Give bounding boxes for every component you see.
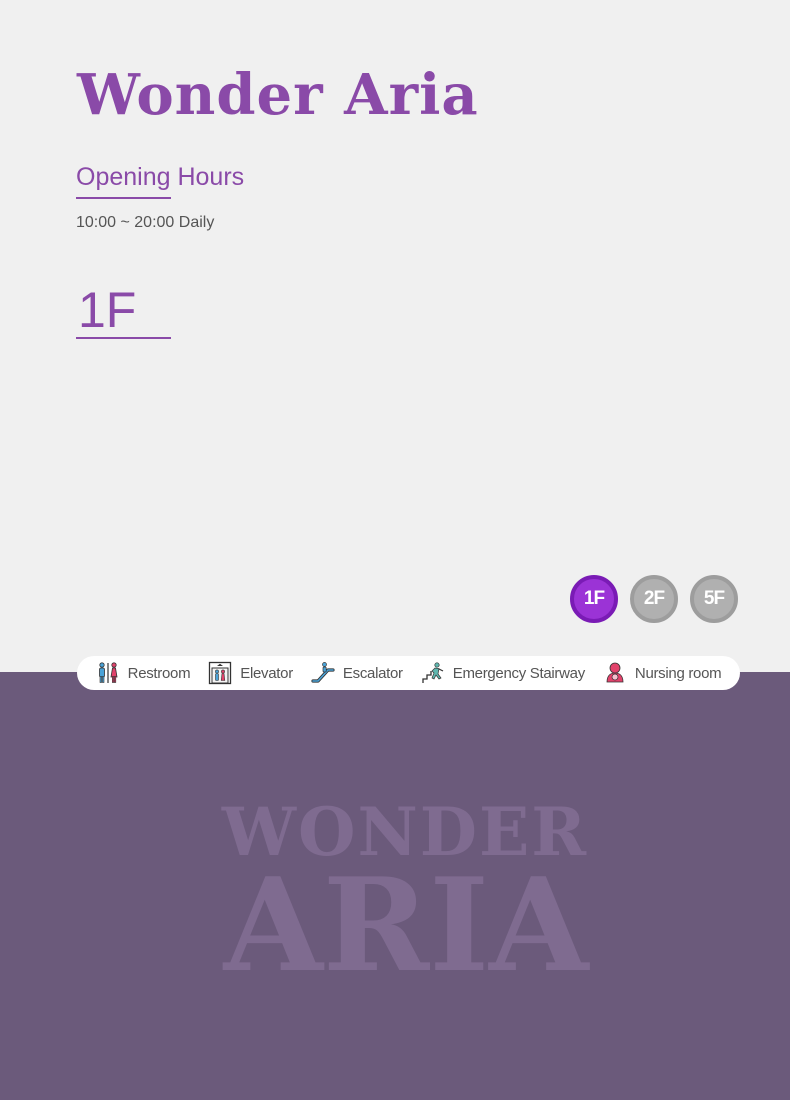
- floor-button-1f[interactable]: 1F: [570, 575, 618, 623]
- watermark-logo: WONDER ARIA: [0, 672, 790, 1100]
- opening-hours-text: 10:00 ~ 20:00 Daily: [76, 214, 215, 231]
- legend-label-elevator: Elevator: [240, 664, 293, 682]
- legend-item-nursing-room: Nursing room: [603, 661, 722, 685]
- bottom-panel: WONDER ARIA: [0, 672, 790, 1100]
- legend-label-nursing-room: Nursing room: [634, 664, 722, 682]
- legend-item-elevator: Elevator: [208, 661, 293, 685]
- floor-button-5f[interactable]: 5F: [690, 575, 738, 623]
- current-floor-heading: 1F: [78, 282, 137, 338]
- legend-item-emergency-stairway: Emergency Stairway: [421, 661, 585, 685]
- legend-item-restroom: Restroom: [96, 661, 191, 685]
- elevator-icon: [208, 661, 232, 685]
- facility-legend: Restroom Elevator Escalator Emergency St…: [77, 656, 740, 690]
- watermark-line-2: ARIA: [223, 851, 591, 1001]
- floor-selector: 1F 2F 5F: [570, 575, 738, 623]
- floor-button-2f[interactable]: 2F: [630, 575, 678, 623]
- brand-title: Wonder Aria: [77, 62, 479, 128]
- legend-label-escalator: Escalator: [342, 664, 403, 682]
- emergency-stairway-icon: [421, 661, 445, 685]
- restroom-icon: [96, 661, 120, 685]
- current-floor-underline: [76, 337, 171, 339]
- opening-hours-heading: Opening Hours: [76, 163, 245, 191]
- legend-label-emergency-stairway: Emergency Stairway: [452, 664, 585, 682]
- nursing-room-icon: [603, 661, 627, 685]
- legend-label-restroom: Restroom: [127, 664, 191, 682]
- escalator-icon: [311, 661, 335, 685]
- opening-hours-underline: [76, 197, 171, 199]
- legend-item-escalator: Escalator: [311, 661, 403, 685]
